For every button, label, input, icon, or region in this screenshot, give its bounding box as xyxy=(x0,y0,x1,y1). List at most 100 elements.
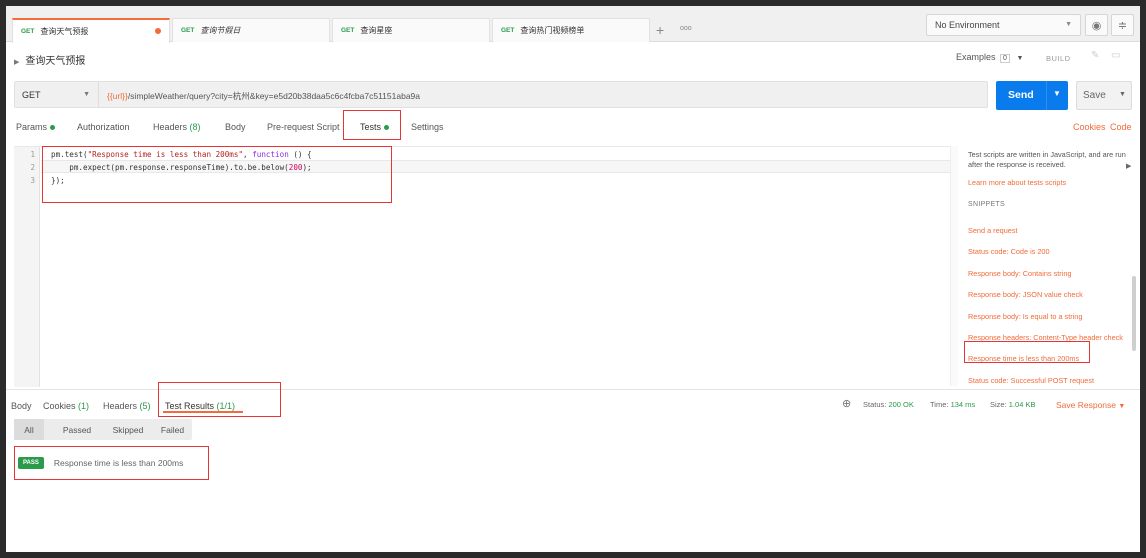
line-number: 2 xyxy=(30,163,35,172)
url-path: /simpleWeather/query?city=杭州&key=e5d20b3… xyxy=(127,91,421,101)
tab-method: GET xyxy=(181,27,195,34)
cookies-link[interactable]: Cookies xyxy=(1073,122,1106,132)
send-divider xyxy=(1046,81,1047,110)
environment-select[interactable]: No Environment ▼ xyxy=(926,14,1081,36)
filter-all[interactable]: All xyxy=(14,419,44,440)
caret-down-icon: ▼ xyxy=(83,91,90,98)
snippets-heading: SNIPPETS xyxy=(968,201,1006,208)
tab-body[interactable]: Body xyxy=(225,122,246,132)
tab-params[interactable]: Params xyxy=(16,122,56,132)
annotation-box-test-results-tab xyxy=(158,382,281,417)
status-readout: Status: 200 OK xyxy=(863,400,914,409)
manage-environments-button[interactable]: ≑ xyxy=(1111,14,1134,36)
filter-passed[interactable]: Passed xyxy=(50,419,104,440)
size-readout: Size: 1.04 KB xyxy=(990,400,1035,409)
annotation-box-code xyxy=(42,146,392,203)
response-tab-cookies[interactable]: Cookies (1) xyxy=(43,401,89,411)
save-button[interactable]: Save ▼ xyxy=(1076,81,1132,110)
tab-settings[interactable]: Settings xyxy=(411,122,444,132)
request-name[interactable]: ▶ 查询天气预报 xyxy=(14,52,85,67)
caret-down-icon[interactable]: ▼ xyxy=(1053,89,1061,98)
tab-method: GET xyxy=(21,28,35,35)
request-tab-weather[interactable]: GET 查询天气预报 xyxy=(12,18,170,43)
url-input[interactable]: {{url}}/simpleWeather/query?city=杭州&key=… xyxy=(107,90,420,102)
snippet-item[interactable]: Response body: JSON value check xyxy=(968,290,1083,299)
request-tab-constellation[interactable]: GET 查询星座 xyxy=(332,18,490,42)
size-label: Size: xyxy=(990,400,1007,409)
examples-label: Examples xyxy=(956,52,996,62)
expand-arrow-icon: ▶ xyxy=(14,59,20,66)
annotation-box-result xyxy=(14,446,209,480)
tab-title: 查询节假日 xyxy=(200,26,241,35)
caret-down-icon: ▼ xyxy=(1065,21,1072,28)
caret-down-icon[interactable]: ▼ xyxy=(1119,91,1126,98)
response-tab-headers-count: (5) xyxy=(139,401,151,411)
method-select[interactable]: GET ▼ xyxy=(15,82,99,107)
editor-scrollbar[interactable] xyxy=(950,146,958,386)
caret-down-icon: ▼ xyxy=(1016,55,1024,62)
save-label: Save xyxy=(1083,90,1106,101)
annotation-box-snippet xyxy=(964,341,1090,363)
url-bar: GET ▼ {{url}}/simpleWeather/query?city=杭… xyxy=(14,81,988,108)
indicator-dot-icon xyxy=(50,125,56,131)
request-name-text: 查询天气预报 xyxy=(25,56,86,67)
tab-headers-label: Headers xyxy=(153,122,188,132)
eye-icon: ◉ xyxy=(1091,19,1102,32)
more-tabs-button[interactable]: ooo xyxy=(680,25,692,32)
tab-method: GET xyxy=(341,27,355,34)
tab-headers[interactable]: Headers (8) xyxy=(153,122,201,132)
filter-failed[interactable]: Failed xyxy=(153,419,192,440)
tab-authorization[interactable]: Authorization xyxy=(77,122,130,132)
tab-params-label: Params xyxy=(16,122,48,132)
status-label: Status: xyxy=(863,400,887,409)
snippets-scrollbar[interactable] xyxy=(1132,276,1136,351)
response-tab-headers-label: Headers xyxy=(103,401,138,411)
send-label: Send xyxy=(1008,89,1034,101)
filter-skipped[interactable]: Skipped xyxy=(103,419,153,440)
environment-value: No Environment xyxy=(935,20,1000,30)
snippet-item[interactable]: Status code: Code is 200 xyxy=(968,247,1050,256)
code-link[interactable]: Code xyxy=(1110,122,1132,132)
response-tab-cookies-count: (1) xyxy=(78,401,90,411)
line-gutter: 1 2 3 xyxy=(14,147,40,387)
examples-count: 0 xyxy=(1000,54,1010,63)
globe-icon[interactable]: ⊕ xyxy=(842,397,851,410)
build-button[interactable]: BUILD xyxy=(1046,54,1071,63)
method-value: GET xyxy=(22,90,41,100)
snippet-item[interactable]: Response body: Contains string xyxy=(968,269,1071,278)
response-tab-body[interactable]: Body xyxy=(11,401,32,411)
comments-icon[interactable]: ▭ xyxy=(1111,50,1120,61)
snippet-item[interactable]: Send a request xyxy=(968,226,1018,235)
collapse-arrow-icon[interactable]: ▶ xyxy=(1126,162,1131,170)
tab-title: 查询热门视频榜单 xyxy=(520,26,585,35)
tab-title: 查询星座 xyxy=(360,26,393,35)
tests-description: Test scripts are written in JavaScript, … xyxy=(968,150,1126,169)
response-tab-cookies-label: Cookies xyxy=(43,401,76,411)
examples-dropdown[interactable]: Examples 0 ▼ xyxy=(956,52,1023,63)
pencil-icon[interactable]: ✎ xyxy=(1091,50,1099,61)
learn-more-link[interactable]: Learn more about tests scripts xyxy=(968,178,1066,187)
result-filter: All Passed Skipped Failed xyxy=(14,419,192,440)
unsaved-dot-icon xyxy=(155,28,161,34)
request-tab-holiday[interactable]: GET 查询节假日 xyxy=(172,18,330,42)
save-response-button[interactable]: Save Response ▼ xyxy=(1056,400,1125,410)
postman-window: GET 查询天气预报 GET 查询节假日 GET 查询星座 GET 查询热门视频… xyxy=(6,6,1140,552)
url-variable: {{url}} xyxy=(107,91,128,101)
environment-quick-look-button[interactable]: ◉ xyxy=(1085,14,1108,36)
tab-bar: GET 查询天气预报 GET 查询节假日 GET 查询星座 GET 查询热门视频… xyxy=(6,6,1140,43)
time-value: 134 ms xyxy=(950,400,976,409)
send-button[interactable]: Send ▼ xyxy=(996,81,1068,110)
tab-headers-count: (8) xyxy=(189,122,201,132)
save-response-label: Save Response xyxy=(1056,400,1117,410)
tab-prerequest-script[interactable]: Pre-request Script xyxy=(267,122,340,132)
line-number: 3 xyxy=(30,176,35,185)
new-tab-button[interactable]: + xyxy=(656,22,664,38)
tab-title: 查询天气预报 xyxy=(40,27,89,36)
line-number: 1 xyxy=(30,150,35,159)
request-tab-video-ranking[interactable]: GET 查询热门视频榜单 xyxy=(492,18,650,42)
size-value: 1.04 KB xyxy=(1008,400,1036,409)
snippet-item[interactable]: Status code: Successful POST request xyxy=(968,376,1094,385)
response-tab-headers[interactable]: Headers (5) xyxy=(103,401,151,411)
snippet-item[interactable]: Response body: Is equal to a string xyxy=(968,312,1082,321)
caret-down-icon: ▼ xyxy=(1118,403,1126,410)
